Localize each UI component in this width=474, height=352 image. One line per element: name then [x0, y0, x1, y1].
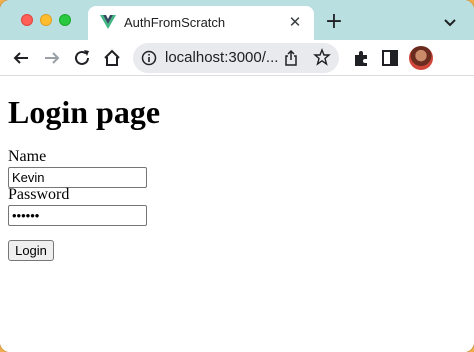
star-icon[interactable] — [313, 48, 331, 66]
address-bar[interactable]: localhost:3000/... — [133, 43, 339, 73]
vue-logo-icon — [100, 15, 116, 29]
url-text[interactable]: localhost:3000/... — [165, 49, 278, 66]
back-arrow-icon[interactable] — [10, 47, 32, 69]
site-info-icon[interactable] — [141, 50, 157, 66]
window-minimize-button[interactable] — [40, 14, 52, 26]
password-input[interactable] — [8, 205, 147, 226]
extensions-puzzle-icon[interactable] — [350, 47, 372, 69]
new-tab-button[interactable]: + — [322, 10, 346, 34]
reload-icon[interactable] — [71, 47, 93, 69]
forward-arrow-icon[interactable] — [41, 47, 63, 69]
home-icon[interactable] — [101, 47, 123, 69]
window-maximize-button[interactable] — [59, 14, 71, 26]
profile-avatar[interactable] — [409, 46, 433, 70]
name-input[interactable] — [8, 167, 147, 188]
side-panel-icon[interactable] — [379, 47, 401, 69]
tab-title: AuthFromScratch — [124, 15, 226, 30]
page-content: Login page Name Password Login — [0, 77, 474, 352]
tab-close-icon[interactable]: ✕ — [286, 13, 304, 31]
window-close-button[interactable] — [21, 14, 33, 26]
active-tab[interactable]: AuthFromScratch ✕ — [88, 6, 314, 40]
tab-search-chevron-icon[interactable] — [440, 12, 460, 32]
browser-window: AuthFromScratch ✕ + localhost:3000/... L… — [0, 0, 474, 352]
share-icon[interactable] — [283, 49, 299, 67]
password-label: Password — [8, 186, 70, 203]
login-button[interactable]: Login — [8, 240, 54, 261]
browser-toolbar: localhost:3000/... — [0, 40, 474, 76]
page-title: Login page — [8, 94, 161, 130]
tab-strip: AuthFromScratch ✕ + — [0, 0, 474, 40]
name-label: Name — [8, 148, 47, 165]
